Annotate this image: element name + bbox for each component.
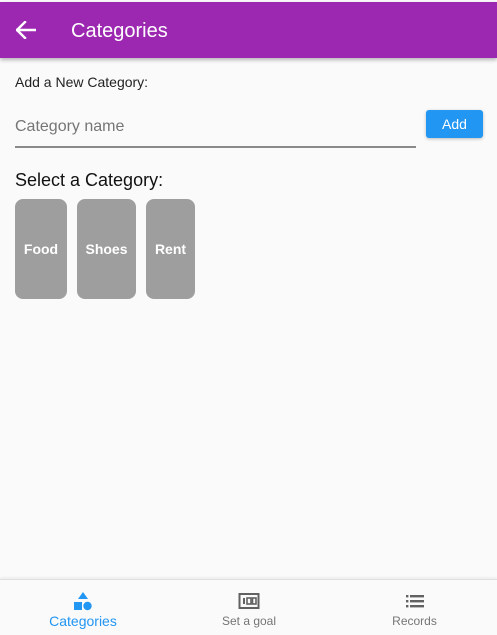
add-category-label: Add a New Category: — [15, 74, 149, 90]
category-chip-food[interactable]: Food — [15, 199, 67, 299]
nav-label-categories: Categories — [49, 613, 117, 629]
category-name-input[interactable] — [15, 108, 416, 148]
category-shapes-icon — [74, 592, 92, 611]
page-title: Categories — [71, 20, 168, 42]
nav-label-set-goal: Set a goal — [221, 614, 277, 628]
select-category-title: Select a Category: — [15, 170, 164, 190]
category-chip-shoes[interactable]: Shoes — [77, 199, 136, 299]
app-bar: Categories — [0, 2, 497, 58]
list-icon — [405, 595, 424, 608]
arrow-back-icon — [16, 21, 36, 39]
bottom-navigation: Categories Set a goal Records — [0, 579, 497, 635]
app-root: Categories Add a New Category: Add Selec… — [0, 0, 497, 635]
nav-item-set-goal[interactable]: Set a goal — [166, 580, 332, 635]
add-category-button[interactable]: Add — [426, 110, 483, 138]
nav-item-records[interactable]: Records — [332, 580, 497, 635]
category-chip-rent[interactable]: Rent — [146, 199, 195, 299]
nav-label-records: Records — [392, 614, 437, 628]
nav-item-categories[interactable]: Categories — [0, 580, 166, 635]
goal-counter-icon — [238, 593, 260, 609]
back-button[interactable] — [14, 18, 38, 42]
